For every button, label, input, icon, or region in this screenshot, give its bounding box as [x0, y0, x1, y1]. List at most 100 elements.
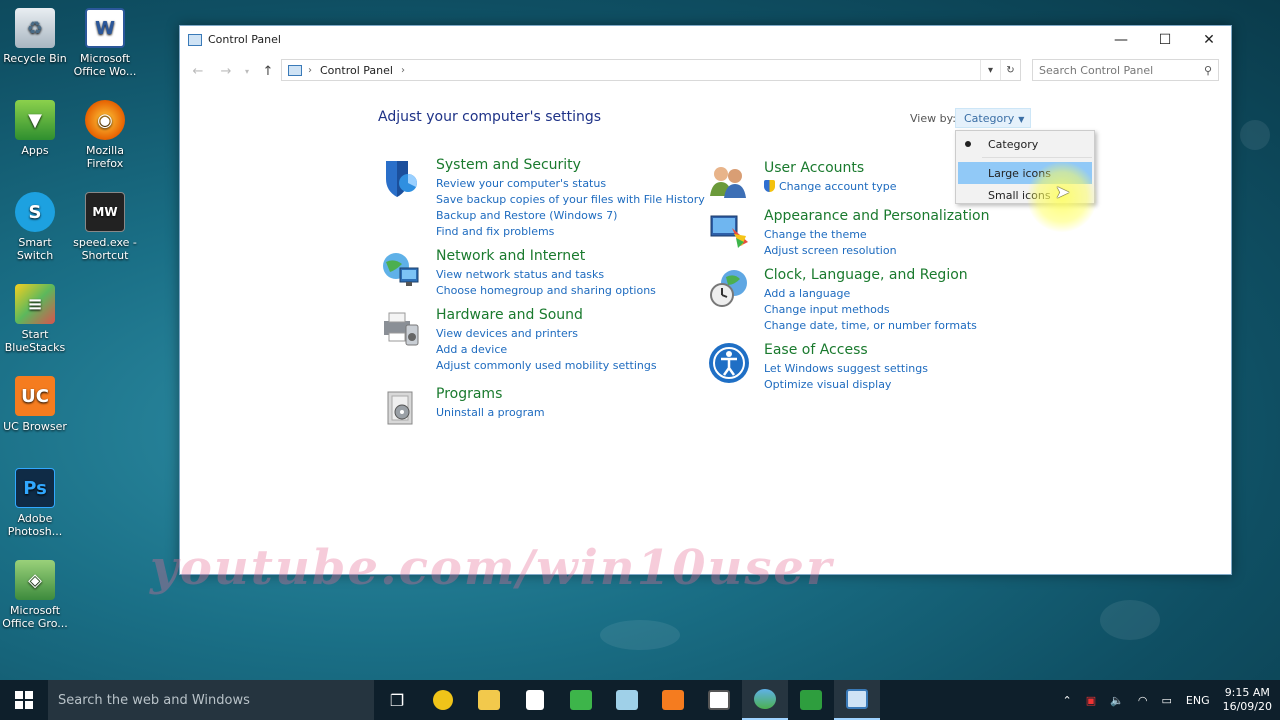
- desktop-texture: [600, 620, 680, 650]
- search-input[interactable]: Search Control Panel ⚲: [1032, 59, 1219, 81]
- recycle-bin-icon: ♻: [15, 8, 55, 48]
- network-globe-icon[interactable]: [380, 248, 422, 290]
- view-by-dropdown[interactable]: Category ▼: [955, 108, 1031, 128]
- desktop-icon-photoshop[interactable]: Ps Adobe Photosh...: [0, 468, 70, 538]
- link-add-device[interactable]: Add a device: [436, 343, 657, 359]
- title-bar[interactable]: Control Panel: [180, 26, 1231, 53]
- desktop-icon-smart-switch[interactable]: S Smart Switch: [0, 192, 70, 262]
- desktop-icon-label: Microsoft Office Wo...: [73, 52, 137, 78]
- taskbar-app-camtasia-recorder[interactable]: [788, 680, 834, 720]
- clock[interactable]: 9:15 AM 16/09/20: [1223, 686, 1272, 714]
- taskbar-app-speaker[interactable]: [420, 680, 466, 720]
- link-backup-restore[interactable]: Backup and Restore (Windows 7): [436, 209, 705, 225]
- chevron-up-icon[interactable]: ⌃: [1063, 694, 1072, 707]
- breadcrumb-control-panel[interactable]: Control Panel: [320, 64, 393, 77]
- desktop-icon-apps[interactable]: ▼ Apps: [0, 100, 70, 157]
- breadcrumb-chevron-icon[interactable]: ›: [308, 65, 312, 76]
- category-title[interactable]: Programs: [436, 386, 502, 402]
- desktop-icon-uc-browser[interactable]: UC UC Browser: [0, 376, 70, 433]
- window-controls: — ☐ ✕: [1099, 26, 1231, 53]
- refresh-icon[interactable]: ↻: [1000, 60, 1020, 80]
- desktop-texture: [1240, 120, 1270, 150]
- desktop-icon-label: Start BlueStacks: [4, 328, 66, 354]
- ease-of-access-icon[interactable]: [708, 342, 750, 384]
- page-title: Adjust your computer's settings: [378, 109, 602, 125]
- minimize-button[interactable]: —: [1099, 26, 1143, 53]
- link-optimize-display[interactable]: Optimize visual display: [764, 378, 928, 394]
- folder-icon: [478, 690, 500, 710]
- address-bar[interactable]: › Control Panel › ▾ ↻: [281, 59, 1021, 81]
- taskbar-app-notes[interactable]: [604, 680, 650, 720]
- category-title[interactable]: Network and Internet: [436, 248, 585, 264]
- taskbar-app-file-explorer[interactable]: [466, 680, 512, 720]
- taskbar-app-control-panel[interactable]: [834, 680, 880, 720]
- uc-browser-icon: UC: [15, 376, 55, 416]
- office-groove-icon: ◈: [15, 560, 55, 600]
- clock-globe-icon[interactable]: [708, 267, 750, 309]
- link-add-language[interactable]: Add a language: [764, 287, 977, 303]
- wifi-icon[interactable]: ◠: [1138, 694, 1148, 707]
- link-homegroup[interactable]: Choose homegroup and sharing options: [436, 284, 656, 300]
- volume-icon[interactable]: 🔈: [1110, 694, 1124, 707]
- menu-item-category[interactable]: Category: [956, 133, 1094, 155]
- taskbar-app-camtasia[interactable]: [558, 680, 604, 720]
- back-arrow-icon[interactable]: ←: [184, 64, 212, 79]
- desktop-icon-word[interactable]: W Microsoft Office Wo...: [70, 8, 140, 78]
- printer-icon[interactable]: [380, 307, 422, 349]
- task-view-button[interactable]: ❐: [374, 680, 420, 720]
- link-mobility-settings[interactable]: Adjust commonly used mobility settings: [436, 359, 657, 375]
- link-find-fix-problems[interactable]: Find and fix problems: [436, 225, 705, 241]
- link-windows-suggest[interactable]: Let Windows suggest settings: [764, 362, 928, 378]
- close-button[interactable]: ✕: [1187, 26, 1231, 53]
- desktop-icon-label: Microsoft Office Gro...: [2, 604, 68, 630]
- category-title[interactable]: Appearance and Personalization: [764, 208, 989, 224]
- category-title[interactable]: Clock, Language, and Region: [764, 267, 968, 283]
- link-file-history[interactable]: Save backup copies of your files with Fi…: [436, 193, 705, 209]
- taskbar-app-network[interactable]: [742, 680, 788, 720]
- link-review-status[interactable]: Review your computer's status: [436, 177, 705, 193]
- control-panel-window: Control Panel — ☐ ✕ ← → ▾ ↑ › Control Pa…: [179, 25, 1232, 575]
- taskbar-app-window[interactable]: [696, 680, 742, 720]
- category-title[interactable]: User Accounts: [764, 160, 864, 176]
- category-title[interactable]: Hardware and Sound: [436, 307, 583, 323]
- link-uninstall-program[interactable]: Uninstall a program: [436, 406, 545, 422]
- view-by-label: View by:: [910, 112, 956, 125]
- windows-logo-icon: [15, 691, 33, 709]
- notification-icon[interactable]: ▭: [1161, 694, 1171, 707]
- link-change-theme[interactable]: Change the theme: [764, 228, 897, 244]
- address-dropdown-icon[interactable]: ▾: [980, 60, 1000, 80]
- desktop-icon-speed-exe[interactable]: MW speed.exe - Shortcut: [70, 192, 140, 262]
- up-arrow-icon[interactable]: ↑: [254, 64, 282, 79]
- pdf-tray-icon[interactable]: ▣: [1086, 694, 1096, 707]
- firefox-icon: ◉: [85, 100, 125, 140]
- desktop-icon-office-groove[interactable]: ◈ Microsoft Office Gro...: [0, 560, 70, 630]
- start-button[interactable]: [0, 680, 48, 720]
- language-indicator[interactable]: ENG: [1186, 694, 1210, 707]
- taskbar-app-store[interactable]: [512, 680, 558, 720]
- desktop-icon-label: Smart Switch: [16, 236, 54, 262]
- desktop-icon-firefox[interactable]: ◉ Mozilla Firefox: [70, 100, 140, 170]
- shield-icon[interactable]: [380, 157, 422, 199]
- maximize-button[interactable]: ☐: [1143, 26, 1187, 53]
- taskbar: Search the web and Windows ❐ ⌃ ▣ 🔈 ◠ ▭ E…: [0, 680, 1280, 720]
- link-change-account-type[interactable]: Change account type: [764, 180, 897, 196]
- recent-chevron-icon[interactable]: ▾: [240, 67, 254, 76]
- programs-icon[interactable]: [380, 386, 422, 428]
- category-title[interactable]: System and Security: [436, 157, 581, 173]
- taskbar-search-input[interactable]: Search the web and Windows: [48, 680, 374, 720]
- desktop-icon-bluestacks[interactable]: ≡ Start BlueStacks: [0, 284, 70, 354]
- forward-arrow-icon[interactable]: →: [212, 64, 240, 79]
- link-screen-resolution[interactable]: Adjust screen resolution: [764, 244, 897, 260]
- link-network-status[interactable]: View network status and tasks: [436, 268, 656, 284]
- link-input-methods[interactable]: Change input methods: [764, 303, 977, 319]
- taskbar-app-uc-browser[interactable]: [650, 680, 696, 720]
- link-date-time-formats[interactable]: Change date, time, or number formats: [764, 319, 977, 335]
- speed-exe-icon: MW: [85, 192, 125, 232]
- appearance-icon[interactable]: [708, 208, 750, 250]
- breadcrumb-chevron-icon[interactable]: ›: [401, 65, 405, 76]
- link-devices-printers[interactable]: View devices and printers: [436, 327, 657, 343]
- desktop-icon-recycle-bin[interactable]: ♻ Recycle Bin: [0, 8, 70, 65]
- user-accounts-icon[interactable]: [708, 160, 750, 202]
- desktop-icon-label: UC Browser: [3, 420, 67, 433]
- category-title[interactable]: Ease of Access: [764, 342, 868, 358]
